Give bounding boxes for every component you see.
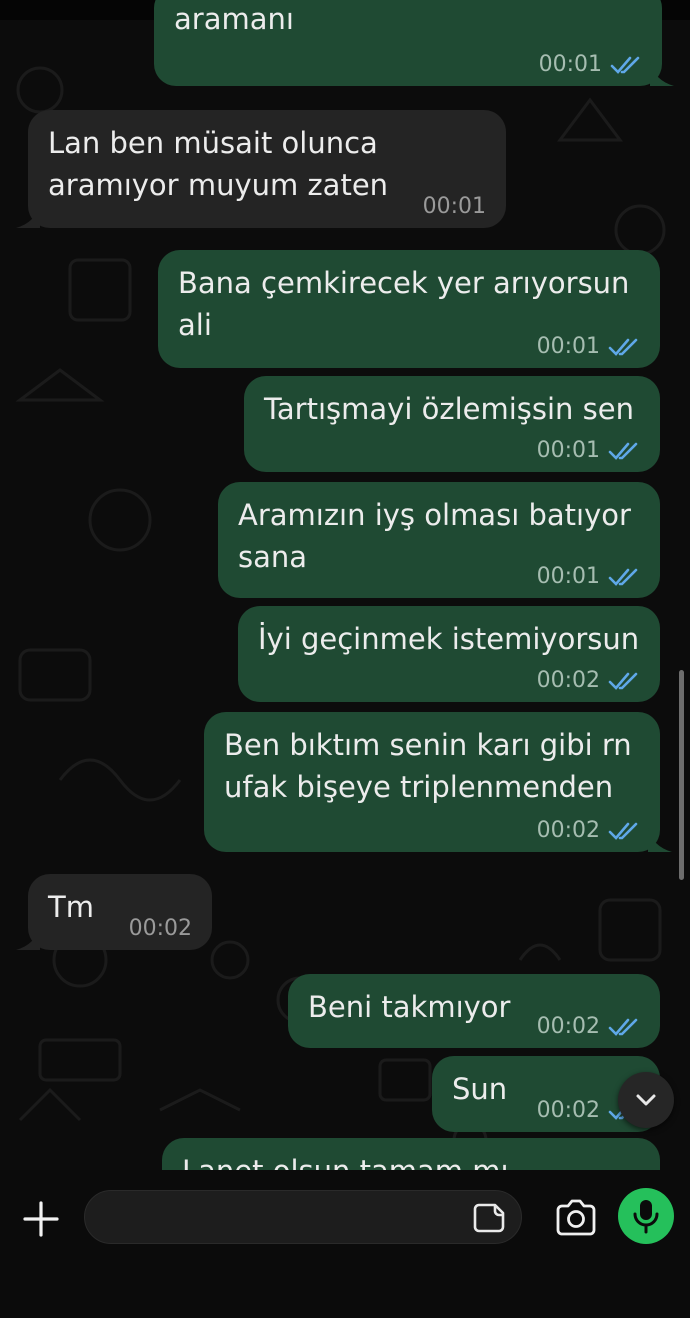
message-time: 00:01 [538,52,602,77]
message-time: 00:01 [422,194,486,219]
message-bubble-outgoing[interactable]: Ben bıktım senin karı gibi rn ufak bişey… [204,712,672,852]
bubble-tail [648,828,672,852]
message-meta: 00:01 [537,334,640,360]
message-bubble-outgoing[interactable]: Lanet olsun tamam mı [162,1138,660,1170]
message-text: aramanı [174,2,294,36]
message-text: Lan ben müsait olunca aramıyor muyum zat… [48,126,389,202]
bubble-tail [16,926,40,950]
attach-button[interactable] [18,1196,64,1242]
message-meta: 00:01 [537,438,640,464]
chevron-down-icon [636,1094,656,1106]
message-meta: 00:01 [423,194,486,220]
message-bubble-outgoing[interactable]: aramanı 00:01 [154,0,674,86]
sticker-icon[interactable] [473,1201,507,1235]
message-input-box[interactable] [84,1190,522,1245]
message-input[interactable] [105,1191,469,1245]
bubble-tail [16,204,40,228]
message-time: 00:02 [536,1014,600,1039]
message-time: 00:02 [536,818,600,843]
voice-message-button[interactable] [618,1188,674,1244]
message-bubble-outgoing[interactable]: Bana çemkirecek yer arıyorsun ali 00:01 [158,250,660,368]
message-bubble-incoming[interactable]: Lan ben müsait olunca aramıyor muyum zat… [16,110,506,228]
double-check-icon [608,338,638,356]
double-check-icon [608,442,638,460]
message-text: Lanet olsun tamam mı [182,1150,640,1170]
message-time: 00:01 [536,334,600,359]
message-list[interactable]: aramanı 00:01 Lan ben müsait olunca aram… [0,0,690,1170]
double-check-icon [608,568,638,586]
whatsapp-chat-screen: aramanı 00:01 Lan ben müsait olunca aram… [0,0,690,1318]
message-time: 00:02 [536,1098,600,1123]
message-meta: 00:02 [537,1014,640,1040]
bubble-tail [650,62,674,86]
double-check-icon [608,1018,638,1036]
message-bubble-incoming[interactable]: Tm 00:02 [16,874,212,950]
message-bubble-outgoing[interactable]: Aramızın iyş olması batıyor sana 00:01 [218,482,660,598]
message-text: Tartışmayi özlemişsin sen [264,392,634,426]
message-time: 00:01 [536,438,600,463]
message-meta: 00:02 [129,916,192,942]
scrollbar[interactable] [679,670,684,880]
double-check-icon [608,822,638,840]
plus-icon [23,1201,59,1237]
message-meta: 00:01 [539,52,642,78]
message-text: Ben bıktım senin karı gibi rn ufak bişey… [224,728,632,804]
message-meta: 00:01 [537,564,640,590]
scroll-to-bottom-button[interactable] [618,1072,674,1128]
message-composer [0,1170,690,1318]
message-meta: 00:02 [537,818,640,844]
microphone-icon [633,1200,659,1234]
message-time: 00:02 [128,916,192,941]
message-bubble-outgoing[interactable]: Tartışmayi özlemişsin sen 00:01 [244,376,660,472]
message-bubble-outgoing[interactable]: İyi geçinmek istemiyorsun 00:02 [238,606,660,702]
message-meta: 00:02 [537,668,640,694]
camera-icon[interactable] [554,1198,598,1238]
message-bubble-outgoing[interactable]: Beni takmıyor 00:02 [288,974,660,1048]
message-text: İyi geçinmek istemiyorsun [258,622,640,656]
double-check-icon [610,56,640,74]
message-time: 00:02 [536,668,600,693]
double-check-icon [608,672,638,690]
message-time: 00:01 [536,564,600,589]
